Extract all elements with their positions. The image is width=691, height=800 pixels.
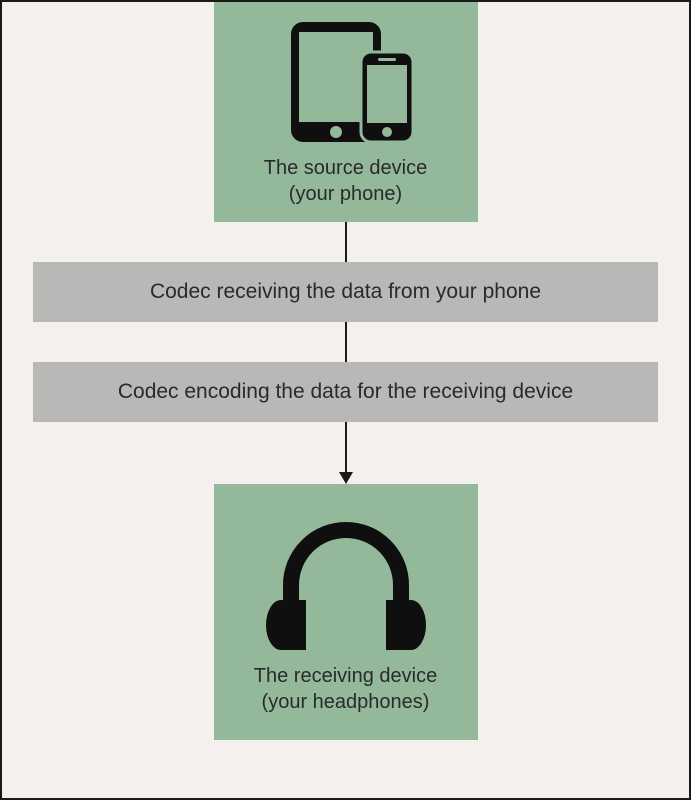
arrow-line xyxy=(345,422,347,472)
connector-line-1 xyxy=(345,222,347,262)
codec-receive-box: Codec receiving the data from your phone xyxy=(33,262,658,322)
arrow-connector xyxy=(339,422,353,484)
connector-line-2 xyxy=(345,322,347,362)
codec-encode-label: Codec encoding the data for the receivin… xyxy=(118,380,573,404)
receiving-device-label: The receiving device (your headphones) xyxy=(254,663,437,715)
receiver-label-line2: (your headphones) xyxy=(262,691,430,713)
codec-encode-box: Codec encoding the data for the receivin… xyxy=(33,362,658,422)
arrow-head-icon xyxy=(339,472,353,484)
codec-receive-label: Codec receiving the data from your phone xyxy=(150,280,541,304)
tablet-phone-icon xyxy=(266,17,426,147)
source-label-line2: (your phone) xyxy=(289,183,402,205)
receiver-label-line1: The receiving device xyxy=(254,665,437,687)
source-label-line1: The source device xyxy=(264,157,427,179)
receiving-device-box: The receiving device (your headphones) xyxy=(214,484,478,740)
source-device-label: The source device (your phone) xyxy=(264,155,427,207)
source-device-box: The source device (your phone) xyxy=(214,2,478,222)
headphones-icon xyxy=(261,510,431,655)
